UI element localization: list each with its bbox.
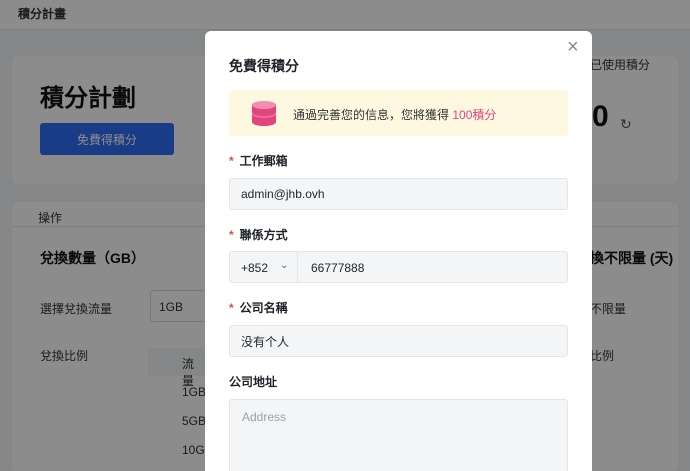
email-label: * 工作郵箱 [229,152,288,169]
chevron-down-icon: ⌄ [280,260,289,271]
notice-points: 100積分 [452,108,497,122]
company-label: * 公司名稱 [229,299,288,316]
company-name-field[interactable] [229,325,568,357]
modal-title: 免費得積分 [229,58,299,74]
phone-number-input[interactable]: 66777888 [311,261,364,275]
contact-label: * 聯係方式 [229,226,288,243]
country-code-value: +852 [241,261,269,275]
company-label-text: 公司名稱 [239,301,288,315]
address-field[interactable] [229,399,568,471]
email-field[interactable] [229,178,568,210]
notice-text: 通過完善您的信息，您將獲得 100積分 [293,106,496,123]
free-points-modal: × 免費得積分 通過完善您的信息，您將獲得 100積分 *工作郵箱 *聯係方式 … [205,31,592,471]
close-icon[interactable]: × [567,37,579,57]
email-label-text: 工作郵箱 [239,154,288,168]
contact-label-text: 聯係方式 [239,228,288,242]
required-mark: * [229,154,234,168]
notice-banner: 通過完善您的信息，您將獲得 100積分 [229,90,568,136]
country-code-select[interactable]: +852 ⌄ [230,252,298,282]
required-mark: * [229,228,234,242]
phone-field: +852 ⌄ 66777888 [229,251,568,283]
notice-message: 通過完善您的信息，您將獲得 [293,108,450,122]
address-label: 公司地址 [229,375,278,389]
required-mark: * [229,301,234,315]
coins-icon [252,101,276,126]
